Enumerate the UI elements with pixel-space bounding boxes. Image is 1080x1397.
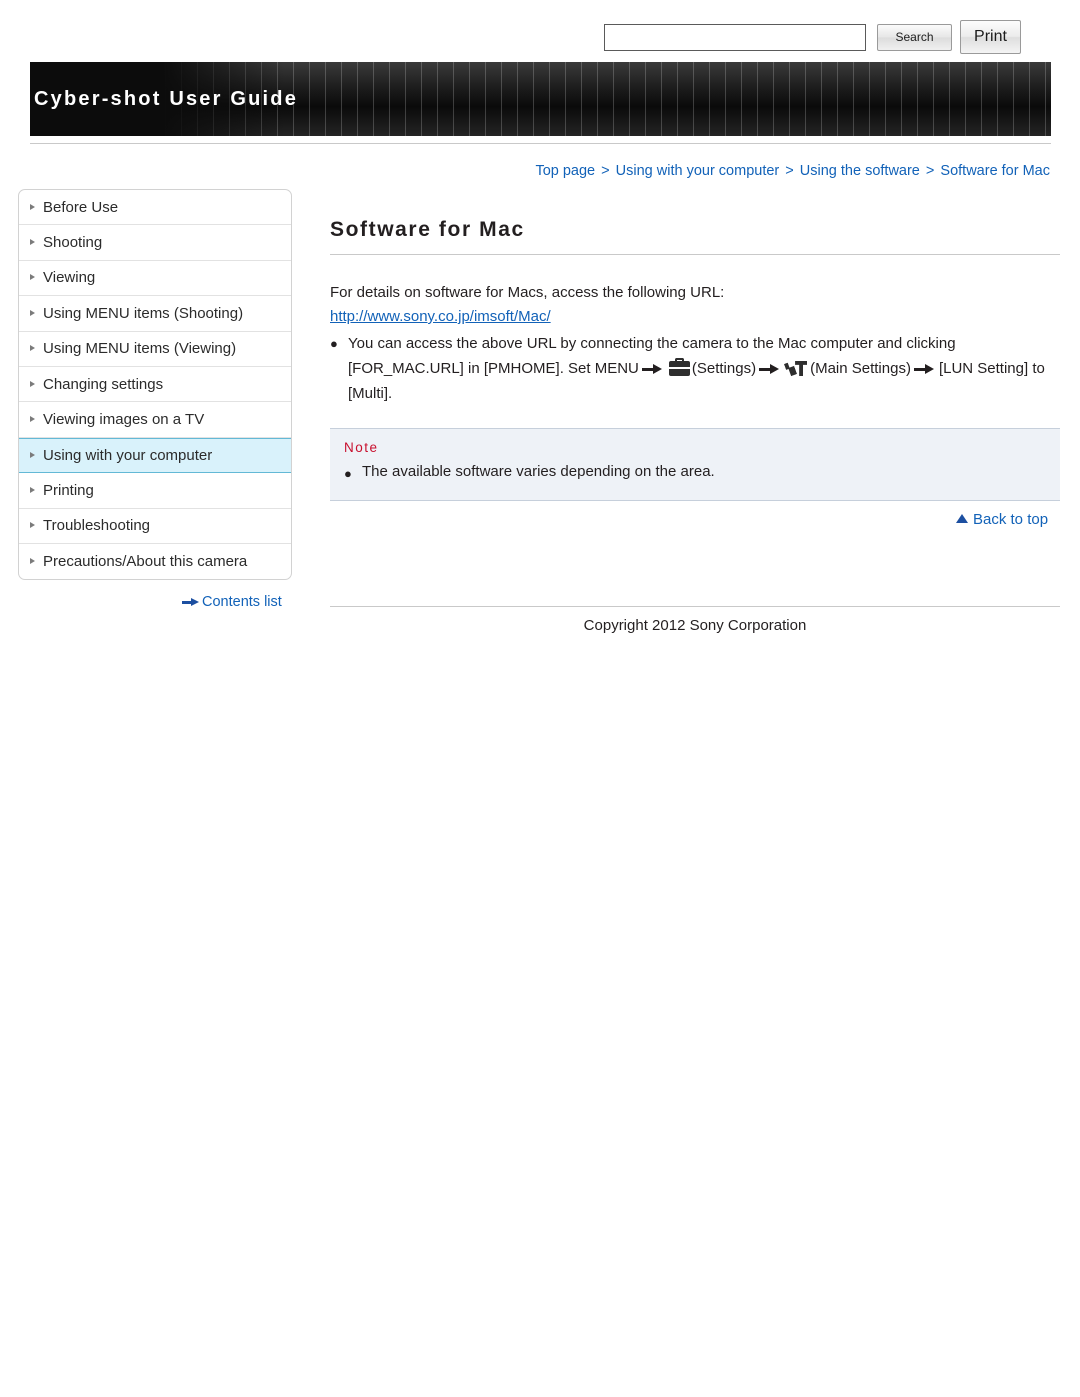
breadcrumb-item-using-with-your-computer[interactable]: Using with your computer (616, 163, 780, 179)
sidebar-item-troubleshooting[interactable]: Troubleshooting (19, 509, 291, 544)
breadcrumb-separator: > (785, 163, 794, 179)
chevron-right-icon (30, 345, 35, 352)
contents-list-link[interactable]: Contents list (182, 594, 282, 610)
chevron-right-icon (30, 274, 35, 281)
search-input[interactable] (604, 24, 866, 51)
breadcrumb-separator: > (925, 163, 935, 179)
breadcrumb: Top page > Using with your computer > Us… (535, 163, 1050, 179)
sidebar-item-viewing-images-on-a-tv[interactable]: Viewing images on a TV (19, 402, 291, 438)
page-title: Software for Mac (330, 218, 525, 241)
sidebar-item-label: Precautions/About this camera (43, 553, 248, 571)
main-settings-toolbox-icon (786, 360, 808, 377)
note-row: ● The available software varies dependin… (344, 461, 1046, 486)
arrow-right-icon (759, 364, 781, 375)
note-text: The available software varies depending … (362, 463, 715, 480)
sidebar-item-using-with-your-computer[interactable]: Using with your computer (19, 437, 291, 474)
chevron-right-icon (30, 309, 35, 316)
software-url-link[interactable]: http://www.sony.co.jp/imsoft/Mac/ (330, 308, 1062, 325)
arrow-right-icon (182, 598, 199, 607)
breadcrumb-item-software-for-mac[interactable]: Software for Mac (940, 163, 1050, 179)
sidebar-item-changing-settings[interactable]: Changing settings (19, 367, 291, 403)
note-label: Note (344, 440, 379, 455)
site-title: Cyber-shot User Guide (34, 88, 299, 110)
search-button[interactable]: Search (877, 24, 952, 51)
bullet-icon: ● (330, 336, 338, 351)
settings-icon (668, 358, 690, 376)
chevron-right-icon (30, 522, 35, 529)
sidebar-item-label: Printing (43, 481, 94, 499)
chevron-right-icon (30, 239, 35, 246)
sidebar-item-printing[interactable]: Printing (19, 473, 291, 509)
breadcrumb-item-using-the-software[interactable]: Using the software (800, 163, 920, 179)
sidebar-item-label: Viewing (43, 269, 96, 287)
triangle-up-icon (956, 514, 968, 523)
instruction-part-2: (Settings) (691, 360, 757, 377)
instruction-bullet: ● You can access the above URL by connec… (330, 331, 1062, 406)
back-to-top-link[interactable]: Back to top (956, 511, 1048, 528)
breadcrumb-item-top-page[interactable]: Top page (535, 163, 595, 179)
instruction-part-3: (Main Settings) (810, 360, 911, 377)
back-to-top-label: Back to top (973, 511, 1049, 528)
sidebar-item-precautions-about-this-camera[interactable]: Precautions/About this camera (19, 544, 291, 579)
chevron-right-icon (30, 380, 35, 387)
breadcrumb-separator: > (601, 163, 610, 179)
chevron-right-icon (30, 558, 35, 565)
bullet-icon: ● (344, 466, 352, 481)
chevron-right-icon (30, 416, 35, 423)
sidebar-item-shooting[interactable]: Shooting (19, 225, 291, 261)
sidebar-item-label: Using MENU items (Shooting) (43, 304, 244, 322)
instruction-text: You can access the above URL by connecti… (348, 331, 1062, 406)
sidebar-item-label: Viewing images on a TV (43, 411, 205, 429)
print-button[interactable]: Print (960, 20, 1021, 54)
arrow-right-icon (641, 364, 664, 375)
intro-paragraph: For details on software for Macs, access… (330, 284, 725, 301)
sidebar-item-label: Before Use (43, 198, 119, 216)
sidebar-item-using-menu-items-viewing[interactable]: Using MENU items (Viewing) (19, 332, 291, 367)
sidebar-item-viewing[interactable]: Viewing (19, 261, 291, 297)
sidebar-item-label: Using MENU items (Viewing) (43, 340, 237, 358)
site-header: Cyber-shot User Guide (30, 62, 1051, 136)
chevron-right-icon (30, 451, 35, 458)
sidebar-item-label: Using with your computer (43, 446, 213, 464)
title-divider (330, 254, 1060, 255)
footer-divider (330, 606, 1060, 607)
sidebar-item-label: Shooting (43, 234, 103, 252)
note-box: Note ● The available software varies dep… (330, 428, 1060, 501)
sidebar-item-before-use[interactable]: Before Use (19, 190, 291, 226)
sidebar-nav: Before Use Shooting Viewing Using MENU i… (18, 189, 292, 581)
contents-list-label: Contents list (202, 594, 282, 610)
arrow-right-icon (913, 364, 936, 375)
chevron-right-icon (30, 203, 35, 210)
sidebar-item-using-menu-items-shooting[interactable]: Using MENU items (Shooting) (19, 296, 291, 332)
sidebar-item-label: Troubleshooting (43, 517, 151, 535)
copyright-text: Copyright 2012 Sony Corporation (583, 617, 807, 634)
header-divider (30, 143, 1051, 144)
sidebar-item-label: Changing settings (43, 375, 164, 393)
main-content: Software for Mac For details on software… (330, 218, 1062, 501)
chevron-right-icon (30, 486, 35, 493)
